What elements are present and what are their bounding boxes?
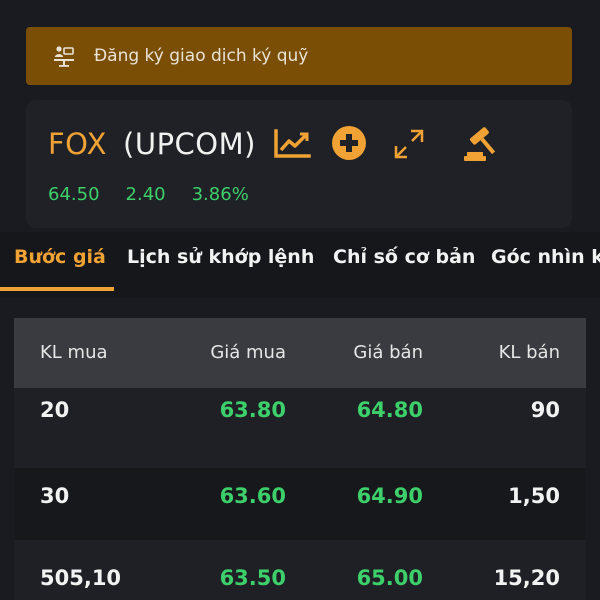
price-change: 2.40 (125, 184, 166, 205)
banner-text: Đăng ký giao dịch ký quỹ (94, 46, 309, 66)
buy-volume-cell: 20 (40, 398, 70, 422)
header-sell-volume: KL bán (498, 342, 560, 363)
sell-price-cell[interactable]: 64.90 (357, 484, 423, 508)
auction-icon[interactable] (462, 125, 502, 163)
tab-match-history[interactable]: Lịch sử khớp lệnh (127, 246, 314, 268)
margin-registration-banner[interactable]: Đăng ký giao dịch ký quỹ (26, 27, 572, 85)
buy-price-cell[interactable]: 63.80 (220, 398, 286, 422)
table-row: 20 63.80 64.80 90 (14, 388, 586, 468)
buy-price-cell[interactable]: 63.60 (220, 484, 286, 508)
tab-price-steps[interactable]: Bước giá (14, 246, 106, 268)
add-watchlist-icon[interactable] (330, 124, 368, 162)
buy-price-cell[interactable]: 63.50 (220, 566, 286, 590)
expand-icon[interactable] (392, 127, 426, 161)
header-buy-volume: KL mua (40, 342, 108, 363)
price-change-row: 64.50 2.40 3.86% (48, 184, 275, 205)
sell-volume-cell: 90 (530, 398, 560, 422)
stock-summary-card: FOX (UPCOM) 64.50 2.40 3.86% (26, 100, 572, 228)
margin-trading-icon (52, 44, 76, 68)
detail-tabs: Bước giá Lịch sử khớp lệnh Chỉ số cơ bản… (0, 232, 600, 298)
sell-price-cell[interactable]: 65.00 (357, 566, 423, 590)
stock-detail-screen: Đăng ký giao dịch ký quỹ FOX (UPCOM) 64.… (0, 0, 600, 600)
sell-price-cell[interactable]: 64.80 (357, 398, 423, 422)
active-tab-indicator (0, 287, 114, 291)
header-buy-price: Giá mua (210, 342, 286, 363)
tab-fundamentals[interactable]: Chỉ số cơ bản (333, 246, 475, 268)
chart-icon[interactable] (272, 128, 312, 160)
sell-volume-cell: 1,50 (508, 484, 560, 508)
table-row: 505,10 63.50 65.00 15,20 (14, 540, 586, 600)
stock-ticker: FOX (48, 127, 108, 161)
buy-volume-cell: 30 (40, 484, 70, 508)
order-book-header: KL mua Giá mua Giá bán KL bán (14, 318, 586, 388)
sell-volume-cell: 15,20 (493, 566, 560, 590)
stock-exchange: (UPCOM) (123, 127, 256, 161)
table-row: 30 63.60 64.90 1,50 (14, 468, 586, 548)
price-change-percent: 3.86% (191, 184, 249, 205)
header-sell-price: Giá bán (353, 342, 423, 363)
buy-volume-cell: 505,10 (40, 566, 122, 590)
tab-technical-view[interactable]: Góc nhìn kỹ (491, 246, 600, 268)
last-price: 64.50 (48, 184, 100, 205)
